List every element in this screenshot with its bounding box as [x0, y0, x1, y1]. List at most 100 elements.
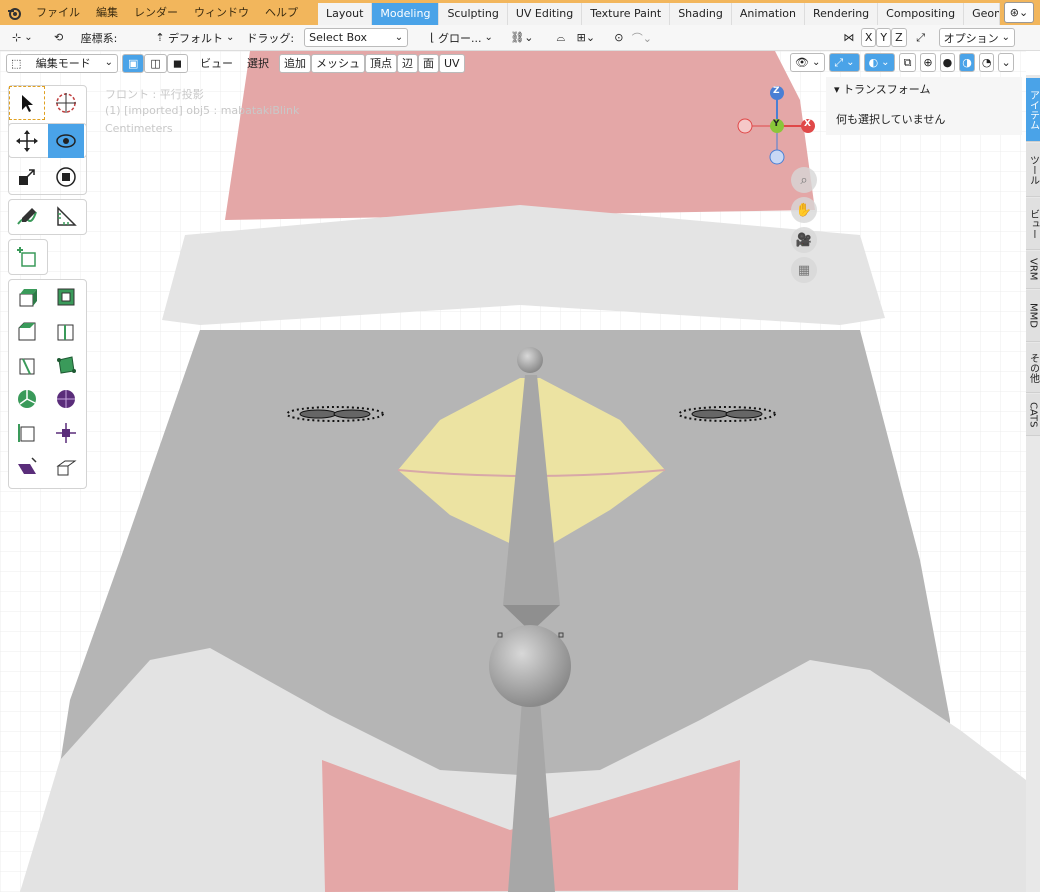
menu-vertex[interactable]: 頂点 — [364, 53, 397, 73]
menu-add[interactable]: 追加 — [278, 53, 311, 73]
menu-render[interactable]: レンダー — [126, 0, 186, 25]
scene-selector-button[interactable]: ⊛⌄ — [1004, 2, 1034, 23]
inset-tool[interactable] — [48, 280, 84, 314]
proportional-falloff-icon[interactable]: ⊙ — [609, 28, 629, 47]
shear-tool[interactable] — [9, 450, 45, 484]
menu-uv[interactable]: UV — [438, 53, 465, 73]
tab-animation[interactable]: Animation — [731, 3, 805, 25]
tab-mmd[interactable]: MMD — [1026, 290, 1040, 342]
navigation-gizmo[interactable]: Z Y X — [736, 85, 818, 167]
visibility-eye-icon[interactable]: 👁 — [790, 53, 826, 72]
mirror-x-button[interactable]: X — [860, 28, 877, 47]
knife-tool[interactable] — [9, 348, 45, 382]
mirror-z-button[interactable]: Z — [891, 28, 907, 47]
proportional-edit-icon[interactable]: ⌓ — [551, 28, 571, 47]
3d-viewport[interactable]: フロント : 平行投影 (1) [imported] obj5 : mabata… — [0, 51, 1026, 892]
tab-tool[interactable]: ツール — [1026, 143, 1040, 197]
options-dropdown[interactable]: オプション — [938, 28, 1016, 47]
knife-icon — [19, 358, 35, 375]
add-cube-tool[interactable] — [9, 240, 45, 274]
transform-section-header[interactable]: ▾ トランスフォーム — [834, 81, 930, 97]
transform-orientation-dropdown[interactable]: ⌊ グロー... — [426, 28, 497, 47]
pivot-icon: ⊹ — [12, 31, 22, 44]
tab-cats[interactable]: CATS — [1026, 394, 1040, 436]
tab-vrm[interactable]: VRM — [1026, 251, 1040, 289]
overlay-toggle-icon[interactable]: ◐ — [863, 53, 895, 72]
wireframe-shading-icon[interactable]: ⊕ — [920, 53, 936, 72]
menu-face[interactable]: 面 — [417, 53, 439, 73]
face-select-icon[interactable]: ◼ — [166, 53, 188, 73]
transform-pivot-dropdown[interactable]: ⊹ — [8, 28, 37, 47]
poly-build-tool[interactable] — [48, 348, 84, 382]
tab-texture-paint[interactable]: Texture Paint — [582, 3, 671, 25]
menu-file[interactable]: ファイル — [28, 0, 88, 25]
rip-region-icon — [56, 460, 77, 476]
extrude-tool[interactable] — [9, 280, 45, 314]
rotate-tool-icon[interactable]: ⟲ — [49, 28, 69, 47]
snap-target-icon[interactable]: ⊞⌄ — [571, 28, 601, 47]
loop-cut-tool[interactable] — [48, 314, 84, 348]
measure-tool[interactable] — [48, 200, 84, 234]
shading-options-icon[interactable]: ⌄ — [998, 53, 1014, 72]
menu-edit[interactable]: 編集 — [88, 0, 126, 25]
units-text: Centimeters — [105, 122, 173, 135]
auto-merge-icon[interactable]: ⤢ — [911, 28, 931, 47]
tab-item[interactable]: アイテム — [1026, 78, 1040, 142]
menu-select[interactable]: 選択 — [247, 55, 269, 71]
extrude-icon — [19, 289, 37, 307]
mirror-y-button[interactable]: Y — [876, 28, 892, 47]
menu-help[interactable]: ヘルプ — [257, 0, 306, 25]
ortho-toggle-icon[interactable]: ▦ — [791, 257, 817, 283]
smooth-tool[interactable] — [48, 382, 84, 416]
mode-dropdown[interactable]: ⬚ 編集モード — [6, 53, 118, 73]
tab-sculpting[interactable]: Sculpting — [439, 3, 508, 25]
menu-view[interactable]: ビュー — [200, 55, 233, 71]
pan-hand-icon[interactable]: ✋ — [791, 197, 817, 223]
annotate-tool[interactable] — [9, 200, 45, 234]
rendered-shading-icon[interactable]: ◔ — [978, 53, 995, 72]
falloff-curve-icon[interactable]: ⌒⌄ — [629, 28, 655, 47]
mirror-icon[interactable]: ⋈ — [839, 28, 859, 47]
vertex-select-icon[interactable]: ▣ — [122, 53, 145, 73]
tab-modeling[interactable]: Modeling — [372, 3, 440, 25]
menu-window[interactable]: ウィンドウ — [186, 0, 257, 25]
snap-link-icon[interactable]: ⛓⌄ — [507, 28, 537, 47]
zoom-icon[interactable]: ⌕ — [791, 167, 817, 193]
add-cube-icon — [17, 247, 36, 267]
blender-logo-icon[interactable] — [0, 0, 28, 25]
rip-region-tool[interactable] — [48, 450, 84, 484]
tab-geometry[interactable]: Geometry — [964, 3, 1001, 25]
tab-compositing[interactable]: Compositing — [878, 3, 965, 25]
tab-uv-editing[interactable]: UV Editing — [507, 3, 583, 25]
xray-toggle-icon[interactable]: ⧉ — [898, 53, 917, 72]
edge-select-icon[interactable]: ◫ — [144, 53, 167, 73]
solid-shading-icon[interactable]: ● — [939, 53, 956, 72]
select-box-tool[interactable] — [9, 86, 45, 120]
tab-rendering[interactable]: Rendering — [804, 3, 879, 25]
edge-slide-tool[interactable] — [9, 416, 45, 450]
ruler-icon — [57, 206, 77, 226]
tab-other[interactable]: その他 — [1026, 343, 1040, 393]
crosshair-icon — [56, 93, 76, 113]
tab-view[interactable]: ビュー — [1026, 198, 1040, 250]
gizmo-toggle-icon[interactable]: ⤢ — [829, 53, 860, 72]
tab-shading[interactable]: Shading — [670, 3, 732, 25]
cursor-arrow-icon — [22, 95, 33, 112]
gizmo-x-label: X — [804, 119, 811, 129]
smooth-icon — [57, 390, 75, 408]
camera-view-icon[interactable]: 🎥 — [791, 227, 817, 253]
pencil-icon — [17, 208, 37, 225]
cursor-tool[interactable] — [48, 86, 84, 120]
menu-mesh[interactable]: メッシュ — [310, 53, 365, 73]
viewport-scene[interactable] — [0, 51, 1026, 892]
top-sphere — [517, 347, 543, 373]
material-shading-icon[interactable]: ◑ — [959, 53, 975, 72]
hat-mesh — [225, 51, 815, 220]
shrink-fatten-tool[interactable] — [48, 416, 84, 450]
bevel-tool[interactable] — [9, 314, 45, 348]
spin-tool[interactable] — [9, 382, 45, 416]
orientation-dropdown[interactable]: ⇡ デフォルト — [151, 28, 238, 47]
menu-edge[interactable]: 辺 — [396, 53, 418, 73]
tab-layout[interactable]: Layout — [318, 3, 373, 25]
drag-select-dropdown[interactable]: Select Box — [304, 28, 409, 47]
